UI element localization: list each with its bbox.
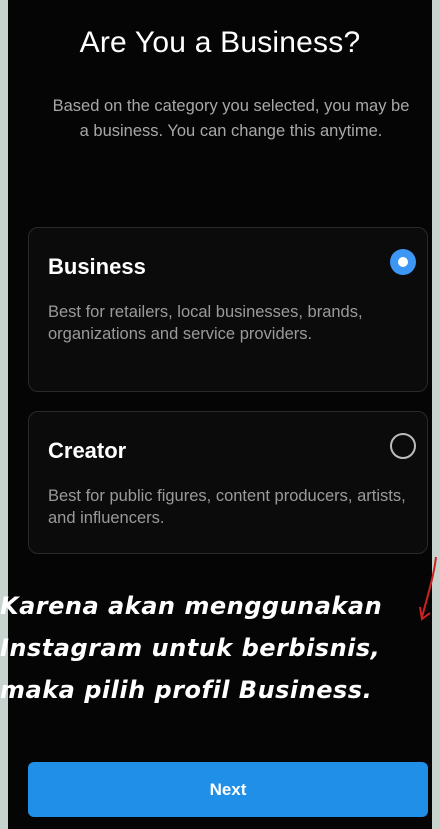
page-subtitle: Based on the category you selected, you … bbox=[52, 97, 410, 140]
page-title: Are You a Business? bbox=[79, 26, 361, 59]
account-type-option-creator[interactable]: Creator Best for public figures, content… bbox=[28, 411, 428, 554]
option-title: Creator bbox=[48, 438, 127, 463]
option-description: Best for public figures, content produce… bbox=[48, 487, 406, 527]
radio-selected-icon[interactable] bbox=[390, 249, 416, 275]
option-description: Best for retailers, local businesses, br… bbox=[48, 303, 363, 343]
annotation-line: Karena akan menggunakan bbox=[0, 592, 383, 620]
next-button[interactable]: Next bbox=[28, 762, 428, 817]
radio-unselected-icon[interactable] bbox=[390, 433, 416, 459]
annotation-arrow-icon bbox=[419, 556, 437, 621]
annotation-line: maka pilih profil Business. bbox=[0, 676, 373, 704]
annotation-line: Instagram untuk berbisnis, bbox=[0, 634, 381, 662]
annotation-text: Karena akan menggunakan Instagram untuk … bbox=[0, 585, 430, 711]
account-type-option-business[interactable]: Business Best for retailers, local busin… bbox=[28, 227, 428, 392]
option-title: Business bbox=[48, 254, 146, 279]
